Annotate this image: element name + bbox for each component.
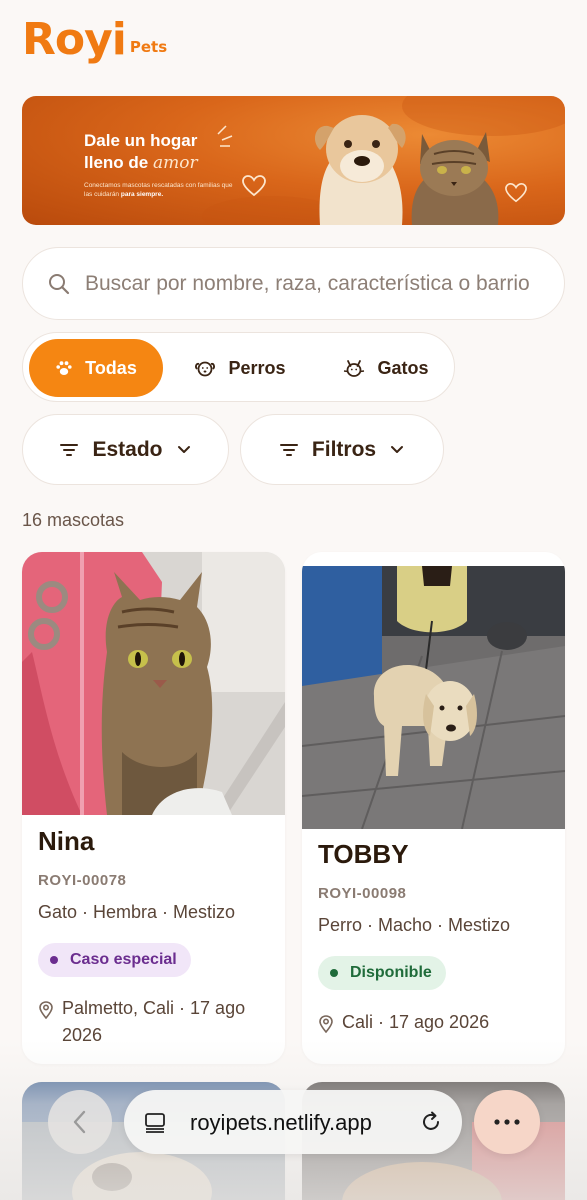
back-button[interactable] [48,1090,112,1154]
status-filter-label: Estado [92,437,163,461]
paw-icon [56,361,72,375]
browser-toolbar: royipets.netlify.app [0,1086,587,1158]
search-input[interactable] [85,271,545,296]
pet-code: ROYI-00098 [318,885,407,902]
chevron-left-icon [73,1110,86,1134]
more-filters-button[interactable]: Filtros [240,414,444,485]
tab-perros[interactable]: Perros [175,339,305,397]
status-label: Caso especial [70,951,177,968]
pet-photo [302,566,565,829]
banner-title-highlight: amor [152,153,198,173]
brand-logo[interactable]: Royi Pets [22,18,167,62]
chevron-down-icon [391,445,404,453]
pet-description: Gato · Hembra · Mestizo [38,902,236,922]
search-icon [49,273,70,294]
banner-title-prefix: lleno de [84,153,153,172]
more-options-button[interactable] [474,1090,540,1154]
location-pin-icon [39,1001,53,1019]
location-pin-icon [319,1015,333,1033]
tab-label: Todas [85,357,137,378]
pet-card[interactable]: Nina ROYI-00078 Gato · Hembra · Mestizo … [22,552,285,1064]
results-count: 16 mascotas [22,510,125,530]
pet-card[interactable]: TOBBY ROYI-00098 Perro · Macho · Mestizo… [302,552,565,1064]
cat-icon [344,360,365,377]
pet-location: Cali · 17 ago 2026 [318,1009,489,1036]
status-label: Disponible [350,964,432,981]
tab-gatos[interactable]: Gatos [321,339,451,397]
tabs-icon [145,1113,165,1133]
dog-photo [314,115,406,225]
tab-label: Gatos [377,357,429,378]
tab-todas[interactable]: Todas [29,339,163,397]
pet-name: TOBBY [318,839,409,869]
status-badge: Caso especial [38,943,191,977]
url-text: royipets.netlify.app [190,1110,372,1135]
banner-title-line1: Dale un hogar [84,131,198,150]
tab-label: Perros [228,357,286,378]
banner-subtitle-bold: para siempre. [120,191,164,198]
filter-lines-icon [60,443,79,456]
banner-subtitle: Conectamos mascotas rescatadas con famil… [84,181,234,199]
pet-photo [22,552,285,815]
dog-icon [195,361,216,377]
pet-description: Perro · Macho · Mestizo [318,915,511,935]
filter-lines-icon [279,443,298,456]
banner-title-line2: lleno de amor [84,152,198,174]
reload-icon[interactable] [420,1111,442,1133]
address-bar[interactable]: royipets.netlify.app [124,1090,462,1154]
location-line1: Palmetto, Cali · 17 ago [62,998,246,1018]
heart-outline-icon [505,183,527,203]
more-filters-label: Filtros [311,437,377,461]
status-filter-button[interactable]: Estado [22,414,229,485]
status-dot [330,969,338,977]
status-badge: Disponible [318,956,446,990]
search-bar[interactable] [22,247,565,320]
ellipsis-icon [494,1119,520,1125]
species-filter: Todas Perros Gatos [22,332,455,402]
pet-name: Nina [38,826,95,856]
brand-name: Royi [22,14,127,65]
heart-outline-icon [242,175,266,197]
banner-title: Dale un hogar lleno de amor [84,130,198,174]
brand-sub: Pets [129,38,168,56]
status-dot [50,956,58,964]
cat-photo [411,132,499,225]
location-line1: Cali · 17 ago 2026 [342,1012,490,1032]
hero-banner: Dale un hogar lleno de amor Conectamos m… [22,96,565,225]
chevron-down-icon [177,445,190,453]
pet-code: ROYI-00078 [38,872,127,889]
